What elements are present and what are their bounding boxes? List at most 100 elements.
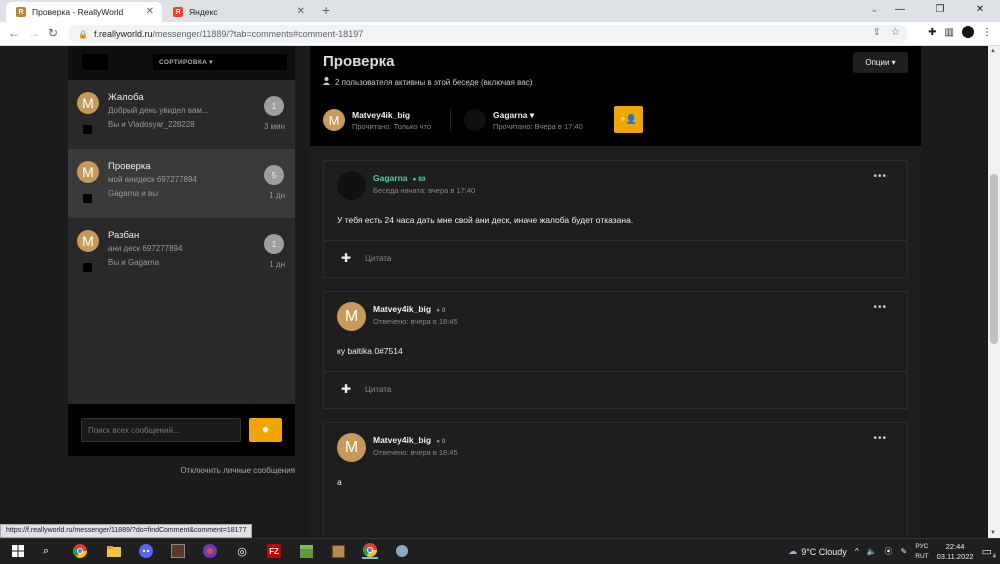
scroll-down-icon[interactable]: ▼ xyxy=(990,530,996,536)
bookmark-star-icon[interactable]: ☆ xyxy=(891,27,900,38)
sidepanel-icon[interactable]: ▥ xyxy=(945,27,954,38)
new-tab-icon[interactable]: + xyxy=(322,2,330,18)
discord-icon[interactable] xyxy=(138,543,154,559)
close-window-icon[interactable]: ✕ xyxy=(960,0,1000,22)
select-all-checkbox[interactable] xyxy=(82,54,108,70)
windows-start-icon[interactable] xyxy=(10,543,26,559)
profile-avatar-icon[interactable] xyxy=(962,26,974,38)
chrome-icon[interactable] xyxy=(72,543,88,559)
more-options-icon[interactable]: ••• xyxy=(873,171,887,182)
bird-app-icon[interactable] xyxy=(394,543,410,559)
conversation-checkbox[interactable] xyxy=(83,263,92,272)
cloud-icon: ☁ xyxy=(788,546,798,556)
participant[interactable]: Gagarna ▾ Прочитано: Вчера в 17:40 xyxy=(464,107,604,135)
tray-chevron-icon[interactable]: ^ xyxy=(855,547,859,556)
participant-name[interactable]: Gagarna ▾ xyxy=(493,110,534,121)
message-author[interactable]: Matvey4ik_big ● 0 xyxy=(373,435,445,445)
conversation-title[interactable]: Проверка xyxy=(108,161,151,172)
message-footer: ✚ Цитата xyxy=(324,240,907,277)
avatar: M xyxy=(323,109,345,131)
share-icon[interactable]: ⇪ xyxy=(873,27,881,38)
conversation-preview: мой анидеск 697277894 xyxy=(108,175,197,184)
weather-widget[interactable]: ☁ 9°C Cloudy xyxy=(788,546,847,557)
minimize-icon[interactable]: — xyxy=(880,0,920,22)
back-icon[interactable]: ← xyxy=(8,26,20,40)
minecraft-icon[interactable] xyxy=(298,543,314,559)
forward-icon[interactable]: → xyxy=(28,26,40,40)
date: 03.11.2022 xyxy=(936,551,974,561)
menu-kebab-icon[interactable]: ⋮ xyxy=(982,27,992,38)
status-bar-url: https://f.reallyworld.ru/messenger/11889… xyxy=(0,524,253,538)
aperture-app-icon[interactable]: ◎ xyxy=(234,543,250,559)
more-options-icon[interactable]: ••• xyxy=(873,302,887,313)
tab-yandex[interactable]: Я Яндекс ✕ xyxy=(163,2,313,22)
conversation-title[interactable]: Жалоба xyxy=(108,92,144,103)
scrollbar-thumb[interactable] xyxy=(990,174,998,344)
language-indicator[interactable]: РУС RUT xyxy=(915,542,928,562)
search-input[interactable] xyxy=(81,418,241,442)
game-app-icon[interactable] xyxy=(170,543,186,559)
volume-icon[interactable]: 🔈 xyxy=(867,547,877,556)
reload-icon[interactable]: ↻ xyxy=(48,26,58,40)
tab-reallyworld[interactable]: R Проверка - ReallyWorld ✕ xyxy=(6,2,162,22)
add-participant-button[interactable]: +👤 xyxy=(614,106,643,133)
disable-messages-link[interactable]: Отключить личные сообщения xyxy=(180,466,295,475)
avatar: M xyxy=(77,230,99,252)
url-input[interactable]: 🔒 f.reallyworld.ru/messenger/11889/?tab=… xyxy=(68,25,908,43)
pen-icon[interactable]: ✎ xyxy=(901,547,908,556)
file-explorer-icon[interactable] xyxy=(106,543,122,559)
gear-icon: ✹ xyxy=(261,424,270,435)
participant-name[interactable]: Matvey4ik_big xyxy=(352,110,410,120)
conversation-item[interactable]: M Разбан ани деск 697277894 Вы и Gagarna… xyxy=(68,218,295,287)
notification-icon[interactable]: ▭ 4 xyxy=(982,545,996,560)
options-button[interactable]: Опции ▾ xyxy=(853,52,908,73)
message-meta: Отвечено: вчера в 18:45 xyxy=(373,317,458,326)
system-tray: ☁ 9°C Cloudy ^ 🔈 ⦿ ✎ РУС RUT 22:44 03.11… xyxy=(788,539,1000,564)
message-meta: Отвечено: вчера в 18:45 xyxy=(373,448,458,457)
sort-button[interactable]: СОРТИРОВКА ▾ xyxy=(153,54,287,70)
more-options-icon[interactable]: ••• xyxy=(873,433,887,444)
quote-button[interactable]: Цитата xyxy=(365,385,391,394)
conversation-checkbox[interactable] xyxy=(83,194,92,203)
windows-taskbar: ⌕ ◎ FZ ☁ 9°C Cloudy ^ 🔈 ⦿ ✎ РУС RUT 22:4… xyxy=(0,538,1000,563)
browser-app-icon[interactable] xyxy=(202,543,218,559)
quote-button[interactable]: Цитата xyxy=(365,254,391,263)
time: 22:44 xyxy=(945,541,965,551)
multiquote-plus-icon[interactable]: ✚ xyxy=(341,251,351,265)
close-tab-icon[interactable]: ✕ xyxy=(297,6,305,17)
extensions-puzzle-icon[interactable]: ✚ xyxy=(928,27,936,38)
weather-text: 9°C Cloudy xyxy=(801,546,847,557)
network-icon[interactable]: ⦿ xyxy=(885,546,893,557)
avatar[interactable]: M xyxy=(337,302,366,331)
author-name[interactable]: Gagarna xyxy=(373,173,408,183)
author-name[interactable]: Matvey4ik_big xyxy=(373,435,431,445)
message: M Matvey4ik_big ● 0 Отвечено: вчера в 18:… xyxy=(323,291,908,409)
scroll-up-icon[interactable]: ▲ xyxy=(990,48,996,54)
clock[interactable]: 22:44 03.11.2022 xyxy=(937,542,974,562)
conversation-list: M Жалоба Добрый день увидел вам... Вы и … xyxy=(68,80,295,404)
lock-icon: 🔒 xyxy=(78,29,88,39)
active-users-text: 2 пользователя активны в этой беседе (вк… xyxy=(335,77,533,87)
conversation-item[interactable]: M Проверка мой анидеск 697277894 Gagarna… xyxy=(68,149,295,218)
close-tab-icon[interactable]: ✕ xyxy=(146,6,154,17)
box-app-icon[interactable] xyxy=(330,543,346,559)
search-settings-button[interactable]: ✹ xyxy=(249,418,282,442)
search-icon[interactable]: ⌕ xyxy=(38,543,54,559)
message-author[interactable]: Gagarna ● 89 xyxy=(373,173,425,183)
avatar[interactable] xyxy=(337,171,366,200)
message-author[interactable]: Matvey4ik_big ● 0 xyxy=(373,304,445,314)
conversation-title[interactable]: Разбан xyxy=(108,230,139,241)
conversation-checkbox[interactable] xyxy=(83,125,92,134)
chrome-active-icon[interactable] xyxy=(362,543,378,559)
conversation-participants: Вы и Gagarna xyxy=(108,258,160,267)
page-scrollbar[interactable]: ▲ ▼ xyxy=(988,46,1000,538)
participant[interactable]: M Matvey4ik_big Прочитано: Только что xyxy=(323,107,463,135)
author-name[interactable]: Matvey4ik_big xyxy=(373,304,431,314)
multiquote-plus-icon[interactable]: ✚ xyxy=(341,382,351,396)
conversation-item[interactable]: M Жалоба Добрый день увидел вам... Вы и … xyxy=(68,80,295,149)
tab-search-icon[interactable]: ⌄ xyxy=(870,4,878,15)
page-content: СОРТИРОВКА ▾ M Жалоба Добрый день увидел… xyxy=(0,46,1000,538)
filezilla-icon[interactable]: FZ xyxy=(266,543,282,559)
maximize-icon[interactable]: ❐ xyxy=(920,0,960,22)
avatar[interactable]: M xyxy=(337,433,366,462)
